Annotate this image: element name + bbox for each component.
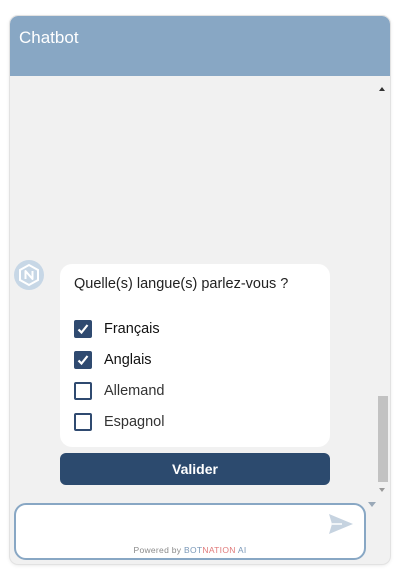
scrollbar[interactable] [376,82,388,496]
checkbox-anglais[interactable] [74,351,92,369]
option-label-allemand: Allemand [104,383,165,399]
message-input[interactable] [24,510,318,542]
option-label-espagnol: Espagnol [104,414,165,430]
check-icon [77,355,89,366]
chat-title: Chatbot [19,28,79,47]
question-text: Quelle(s) langue(s) parlez-vous ? [74,276,289,292]
message-area: Quelle(s) langue(s) parlez-vous ? França… [10,76,390,496]
composer-resize-handle[interactable] [368,502,376,507]
powered-by-text: Powered by [133,545,182,555]
option-label-anglais: Anglais [104,352,152,368]
chatbot-widget: Chatbot Quelle(s) langue(s) parlez-vous … [10,16,390,564]
checkbox-allemand[interactable] [74,382,92,400]
checkbox-espagnol[interactable] [74,413,92,431]
brand-bot: BOT [184,545,203,555]
brand-nation: NATION [202,545,236,555]
scroll-thumb[interactable] [378,396,388,482]
send-icon[interactable] [328,513,354,535]
scroll-up-arrow[interactable] [379,87,385,91]
option-label-francais: Français [104,321,160,337]
message-composer: Powered by BOTNATION AI [14,503,366,560]
scroll-down-arrow[interactable] [379,488,385,492]
powered-by-footer: Powered by BOTNATION AI [16,545,364,555]
option-francais[interactable]: Français [74,318,160,340]
option-espagnol[interactable]: Espagnol [74,411,164,433]
option-allemand[interactable]: Allemand [74,380,164,402]
botnation-logo-icon [14,260,44,290]
chat-header: Chatbot [10,16,390,76]
validate-button[interactable]: Valider [60,453,330,485]
checkbox-francais[interactable] [74,320,92,338]
option-anglais[interactable]: Anglais [74,349,152,371]
brand-ai: AI [237,545,247,555]
check-icon [77,324,89,335]
brand-name: BOTNATION [184,545,236,555]
bot-message-bubble: Quelle(s) langue(s) parlez-vous ? França… [60,264,330,447]
